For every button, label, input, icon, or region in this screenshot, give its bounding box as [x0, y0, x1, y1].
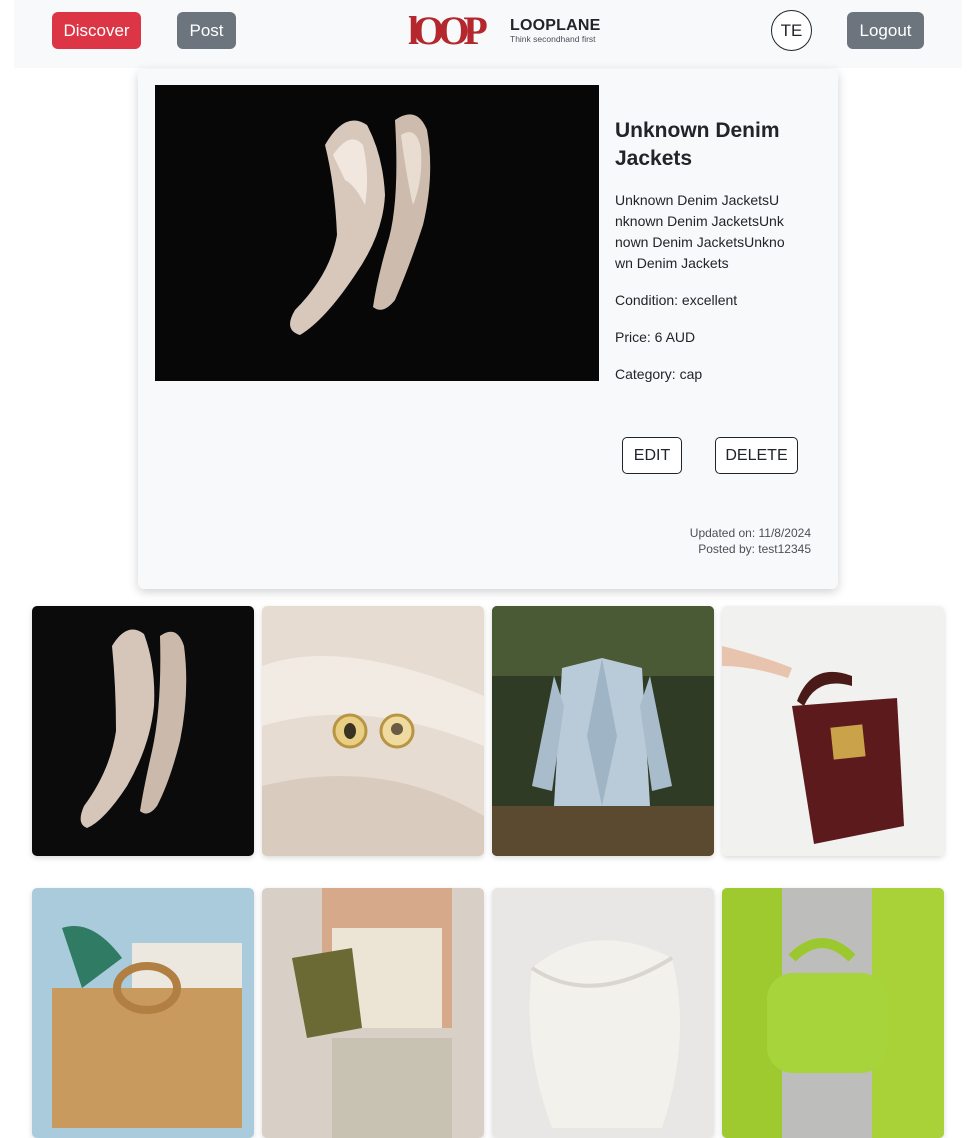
grid-item-burgundy-handbag[interactable]: [722, 606, 944, 856]
logo-tagline: Think secondhand first: [510, 33, 596, 44]
loop-logo-mark: lOOP: [408, 12, 493, 48]
looplane-logo[interactable]: lOOP LOOPLANE Think secondhand first: [408, 12, 608, 48]
listing-category: Category: cap: [615, 366, 703, 382]
listing-actions: EDIT DELETE: [622, 437, 802, 474]
grid-item-lime-puffer-bag[interactable]: [722, 888, 944, 1138]
grid-item-olive-bag-outfit[interactable]: [262, 888, 484, 1138]
listing-description: Unknown Denim JacketsUnknown Denim Jacke…: [615, 192, 785, 271]
top-navbar: Discover Post lOOP LOOPLANE Think second…: [14, 0, 962, 68]
logo-name: LOOPLANE: [510, 16, 601, 34]
grid-item-gold-earrings[interactable]: [262, 606, 484, 856]
delete-button[interactable]: DELETE: [715, 437, 798, 474]
logo-mark-text: lOOP: [408, 12, 487, 48]
post-button[interactable]: Post: [177, 12, 236, 49]
user-avatar[interactable]: TE: [771, 10, 812, 51]
grid-item-straw-tote[interactable]: [32, 888, 254, 1138]
listing-info: Unknown Denim Jackets Unknown Denim Jack…: [615, 117, 815, 385]
grid-item-blue-blazer[interactable]: [492, 606, 714, 856]
posted-by: Posted by: test12345: [698, 542, 811, 556]
grid-item-white-sweater[interactable]: [492, 888, 714, 1138]
listing-main-photo[interactable]: [155, 85, 599, 381]
listing-condition: Condition: excellent: [615, 292, 738, 308]
discover-button[interactable]: Discover: [52, 12, 141, 49]
listing-title: Unknown Denim Jackets: [615, 119, 780, 170]
grid-item-cream-pumps[interactable]: [32, 606, 254, 856]
listing-footer-meta: Updated on: 11/8/2024 Posted by: test123…: [690, 525, 811, 557]
listing-detail-card: Unknown Denim Jackets Unknown Denim Jack…: [138, 69, 838, 589]
listing-price: Price: 6 AUD: [615, 329, 696, 345]
edit-button[interactable]: EDIT: [622, 437, 682, 474]
logout-button[interactable]: Logout: [847, 12, 924, 49]
updated-date: Updated on: 11/8/2024: [689, 526, 811, 540]
